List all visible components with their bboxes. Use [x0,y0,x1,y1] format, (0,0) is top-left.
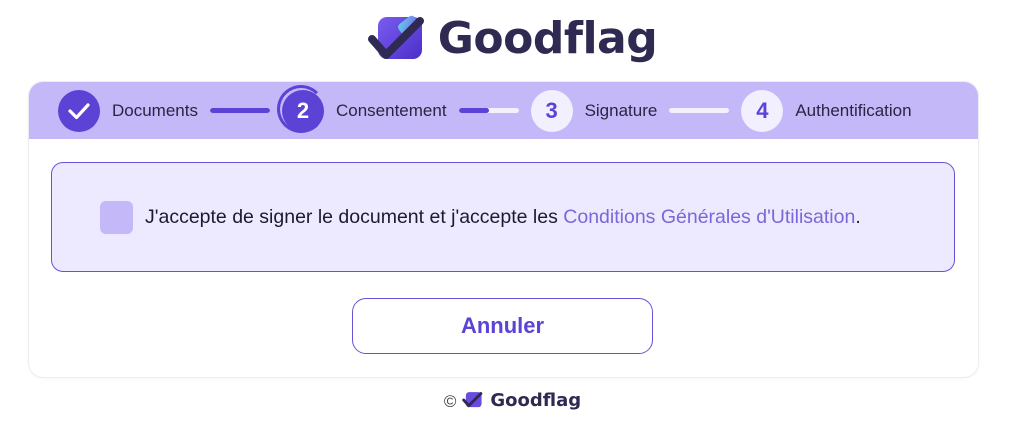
step-consentement: 2 Consentement [276,84,447,133]
step-4-label: Authentification [795,100,912,120]
step-2-circle: 2 [276,84,325,133]
consent-suffix: . [855,205,861,228]
step-3-number: 3 [545,97,558,123]
terms-of-use-link[interactable]: Conditions Générales d'Utilisation [563,206,855,228]
step-2-number: 2 [296,97,310,123]
brand-name: Goodflag [437,13,658,64]
consent-checkbox[interactable] [100,200,133,234]
check-icon [68,102,90,119]
step-authentification: 4 Authentification [741,89,912,132]
footer-brand-name: Goodflag [490,389,582,411]
copyright-symbol: © [443,391,457,411]
goodflag-logo-icon [367,15,424,59]
step-connector-3 [669,108,730,113]
step-connector-2 [458,108,519,113]
footer: © Goodflag [0,386,1025,414]
step-2-label: Consentement [335,100,447,120]
cancel-button[interactable]: Annuler [352,298,653,354]
progress-stepper: Documents 2 Consentement 3 Signature 4 A… [29,82,978,139]
connector-1-fill [209,108,270,113]
consent-statement: J'accepte de signer le document et j'acc… [145,205,564,228]
signature-card: Documents 2 Consentement 3 Signature 4 A… [29,82,978,377]
step-documents: Documents [58,89,198,132]
consent-box: J'accepte de signer le document et j'acc… [51,162,955,272]
step-1-circle [58,89,100,132]
step-4-number: 4 [756,97,769,123]
step-1-label: Documents [112,100,198,120]
connector-2-fill [458,108,489,113]
goodflag-footer-logo-icon [462,392,483,408]
consent-text: J'accepte de signer le document et j'acc… [145,206,861,229]
step-3-label: Signature [584,100,658,120]
step-signature: 3 Signature [530,89,658,132]
step-connector-1 [209,108,270,113]
brand-header: Goodflag [0,8,1025,70]
step-3-circle: 3 [530,89,573,132]
step-4-circle: 4 [741,89,784,132]
